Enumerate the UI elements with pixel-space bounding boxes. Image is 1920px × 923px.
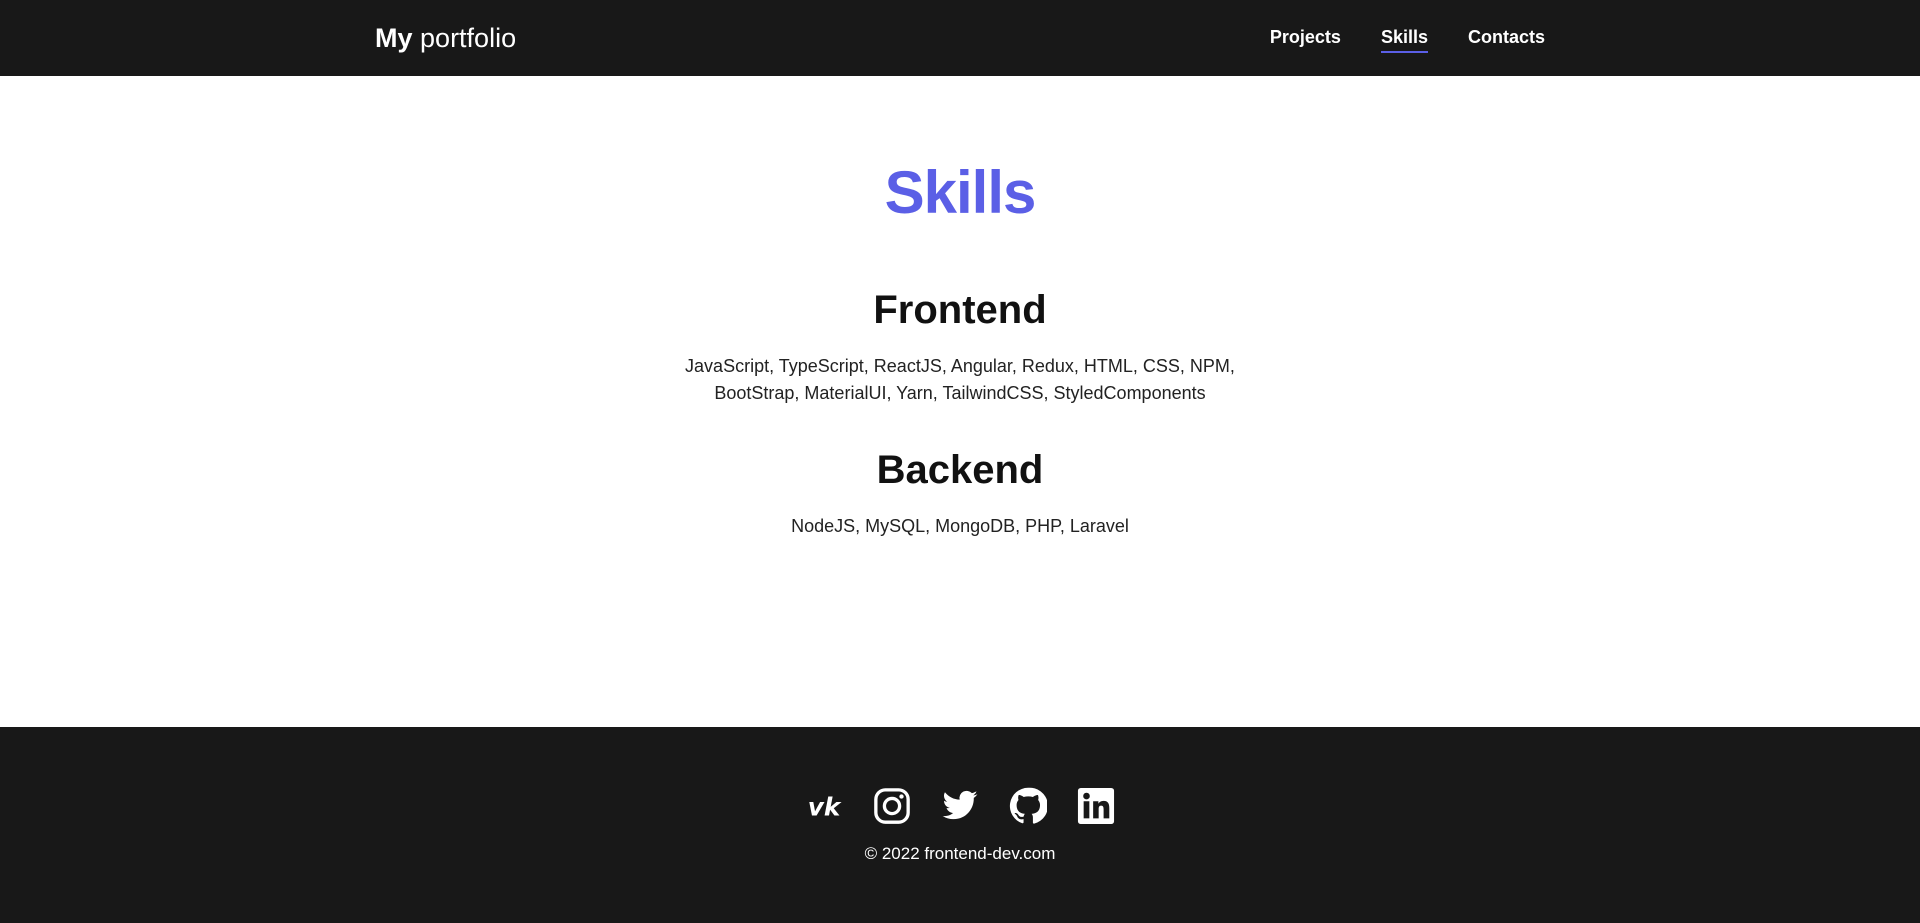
page-title: Skills — [884, 159, 1037, 226]
frontend-skills: JavaScript, TypeScript, ReactJS, Angular… — [685, 356, 1235, 403]
svg-text:vk: vk — [808, 793, 842, 822]
logo[interactable]: My portfolio — [375, 20, 516, 56]
nav-projects[interactable]: Projects — [1270, 25, 1341, 53]
social-links: vk — [0, 787, 1920, 825]
nav-contacts[interactable]: Contacts — [1468, 25, 1545, 53]
backend-skills: NodeJS, MySQL, MongoDB, PHP, Laravel — [791, 516, 1129, 536]
header: My portfolio Projects Skills Contacts — [0, 0, 1920, 76]
github-icon[interactable] — [1009, 787, 1047, 825]
copyright: © 2022 frontend-dev.com — [864, 844, 1056, 863]
skills-section: Skills Frontend JavaScript, TypeScript, … — [0, 76, 1920, 727]
linkedin-icon[interactable] — [1077, 787, 1115, 825]
frontend-heading: Frontend — [873, 288, 1047, 332]
nav-skills[interactable]: Skills — [1380, 25, 1428, 53]
logo-text: portfolio — [420, 23, 517, 53]
vk-icon[interactable]: vk — [805, 787, 843, 825]
footer: vk © 2022 frontend-dev.com — [0, 727, 1920, 923]
main-nav: Projects Skills Contacts — [1270, 25, 1545, 53]
instagram-icon[interactable] — [873, 787, 911, 825]
twitter-icon[interactable] — [941, 787, 979, 825]
logo-bold: My — [375, 23, 413, 53]
backend-heading: Backend — [876, 448, 1044, 492]
